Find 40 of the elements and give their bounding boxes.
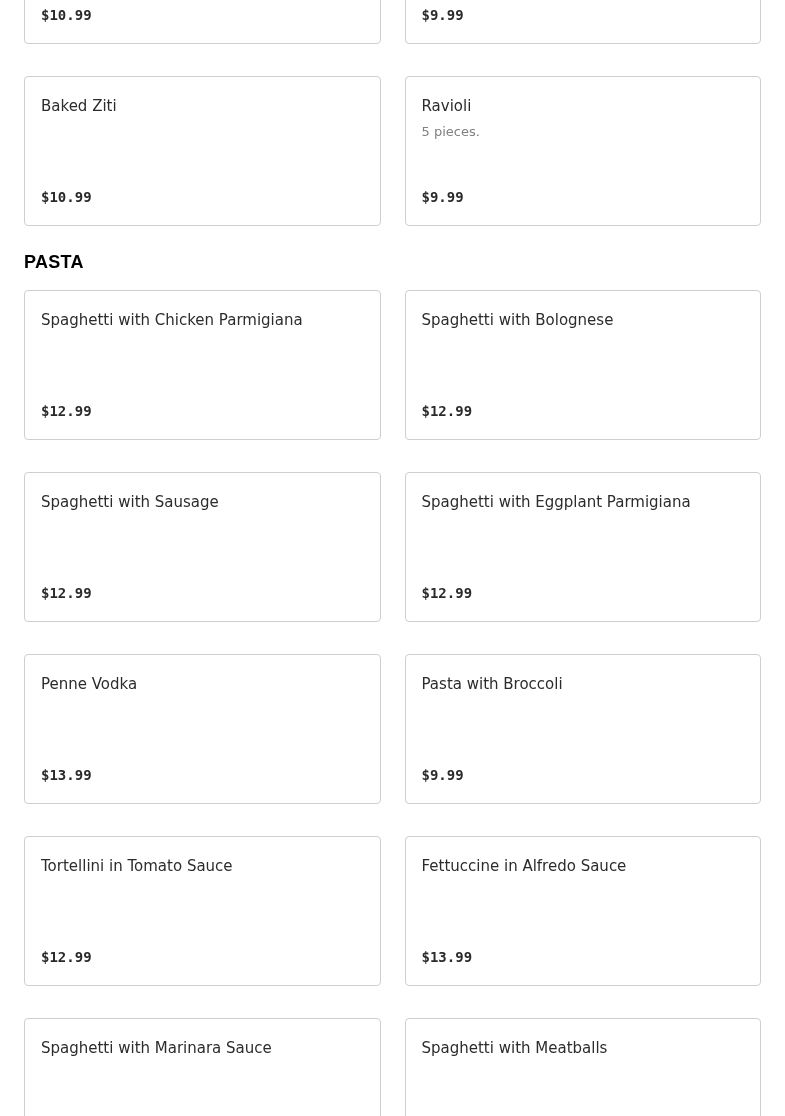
menu-item-card[interactable]: $9.99 (404, 0, 761, 44)
menu-item-card[interactable]: Spaghetti with Sausage $12.99 (24, 472, 381, 622)
item-name: Spaghetti with Chicken Parmigiana (41, 310, 304, 331)
item-price: $12.99 (41, 948, 93, 967)
item-name: Spaghetti with Bolognese (421, 310, 615, 331)
menu-item-card[interactable]: Ravioli 5 pieces. $9.99 (404, 76, 761, 226)
item-name: Spaghetti with Marinara Sauce (41, 1038, 273, 1059)
item-name: Spaghetti with Eggplant Parmigiana (421, 492, 692, 513)
menu-item-card[interactable]: Spaghetti with Chicken Parmigiana $12.99 (24, 290, 381, 440)
item-price: $13.99 (421, 948, 474, 967)
item-description: 5 pieces. (421, 123, 481, 141)
item-price: $9.99 (421, 188, 465, 207)
item-price: $9.99 (421, 6, 465, 25)
section-heading: PASTA (24, 251, 85, 274)
item-price: $9.99 (421, 766, 465, 785)
item-name: Fettuccine in Alfredo Sauce (421, 856, 628, 877)
item-name: Ravioli (421, 96, 473, 117)
menu-item-card[interactable]: $10.99 (24, 0, 381, 44)
item-price: $13.99 (41, 766, 93, 785)
menu-item-card[interactable]: Spaghetti with Bolognese $12.99 (404, 290, 761, 440)
item-name: Spaghetti with Sausage (41, 492, 220, 513)
item-name: Spaghetti with Meatballs (421, 1038, 609, 1059)
menu-item-card[interactable]: Baked Ziti $10.99 (24, 76, 381, 226)
item-price: $10.99 (41, 6, 93, 25)
menu-item-card[interactable]: Fettuccine in Alfredo Sauce $13.99 (404, 836, 761, 986)
menu-item-card[interactable]: Spaghetti with Eggplant Parmigiana $12.99 (404, 472, 761, 622)
menu-item-card[interactable]: Spaghetti with Meatballs (404, 1018, 761, 1116)
item-name: Tortellini in Tomato Sauce (41, 856, 234, 877)
item-price: $12.99 (421, 584, 474, 603)
menu-item-card[interactable]: Pasta with Broccoli $9.99 (404, 654, 761, 804)
menu-item-card[interactable]: Tortellini in Tomato Sauce $12.99 (24, 836, 381, 986)
item-price: $12.99 (41, 584, 93, 603)
menu-item-card[interactable]: Penne Vodka $13.99 (24, 654, 381, 804)
item-price: $12.99 (41, 402, 93, 421)
item-name: Baked Ziti (41, 96, 118, 117)
item-name: Penne Vodka (41, 674, 139, 695)
item-price: $12.99 (421, 402, 474, 421)
menu-item-card[interactable]: Spaghetti with Marinara Sauce (24, 1018, 381, 1116)
item-price: $10.99 (41, 188, 93, 207)
item-name: Pasta with Broccoli (421, 674, 564, 695)
